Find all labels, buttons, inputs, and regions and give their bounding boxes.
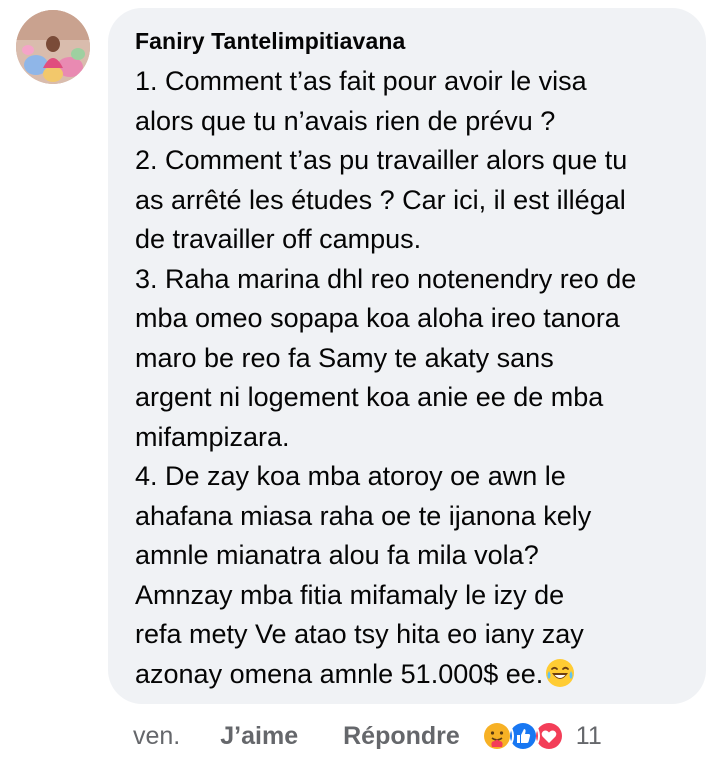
avatar[interactable] xyxy=(16,10,90,84)
comment-body: 1. Comment t’as fait pour avoir le visa … xyxy=(135,62,680,694)
reply-button[interactable]: Répondre xyxy=(343,722,460,751)
reaction-count: 11 xyxy=(575,721,602,750)
like-button[interactable]: J’aime xyxy=(220,722,298,751)
care-reaction-icon xyxy=(479,719,514,753)
reactions-summary[interactable]: 11 xyxy=(479,719,602,753)
laughing-tears-emoji-icon xyxy=(545,658,575,688)
avatar-photo xyxy=(16,10,90,84)
comment-text: 1. Comment t’as fait pour avoir le visa … xyxy=(135,66,637,689)
comment-timestamp[interactable]: ven. xyxy=(133,722,180,751)
comment-author[interactable]: Faniry Tantelimpitiavana xyxy=(135,26,680,56)
comment-actions: ven. J’aime Répondre 11 xyxy=(133,716,602,756)
comment-bubble: Faniry Tantelimpitiavana 1. Comment t’as… xyxy=(108,8,706,704)
